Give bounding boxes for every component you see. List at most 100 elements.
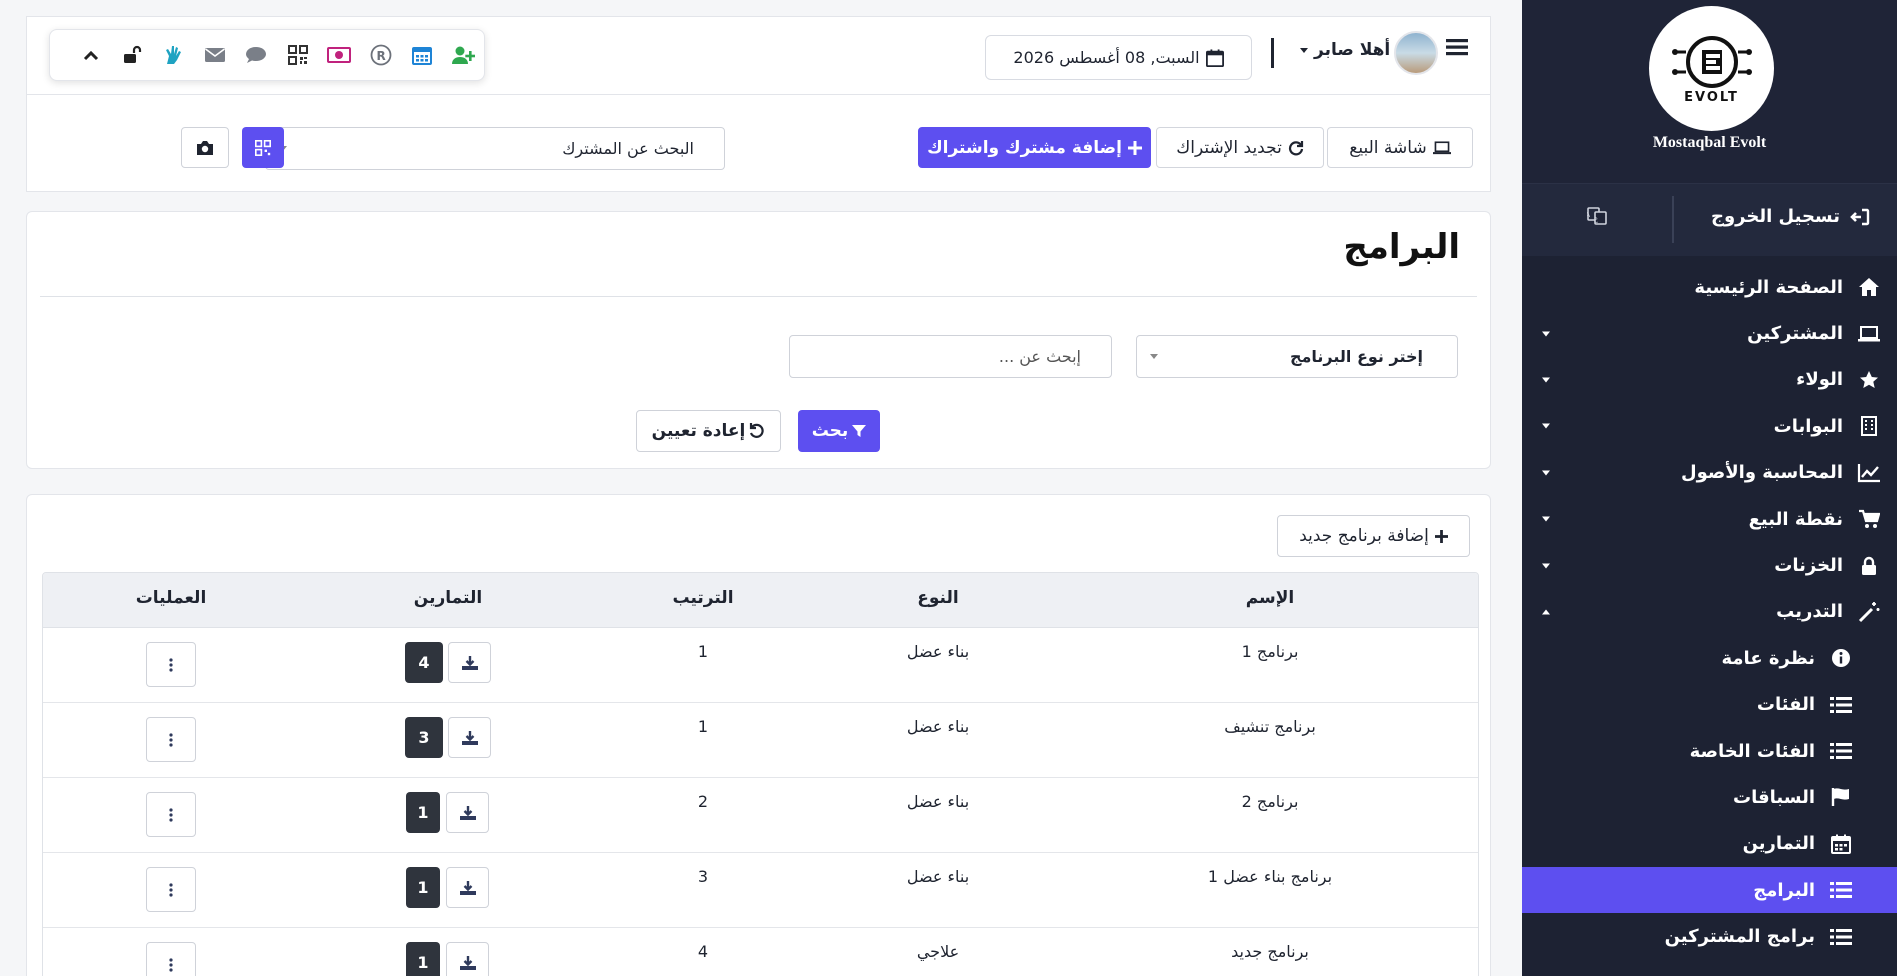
- registered-icon[interactable]: R: [360, 40, 401, 70]
- envelope-icon[interactable]: [194, 40, 235, 70]
- list-icon: [1825, 696, 1857, 714]
- exercise-count-badge[interactable]: 3: [405, 717, 443, 758]
- program-type-select[interactable]: إختر نوع البرنامج: [1136, 335, 1458, 378]
- chevron-down-icon: [1542, 563, 1550, 569]
- add-member-button[interactable]: إضافة مشترك واشتراك: [918, 127, 1151, 168]
- cell-type: بناء عضل: [906, 867, 970, 886]
- building-icon: [1853, 416, 1885, 437]
- qrcode-icon[interactable]: [277, 40, 318, 70]
- add-user-icon[interactable]: [443, 40, 484, 70]
- sidebar-item-exercises[interactable]: التمارين: [1522, 821, 1897, 867]
- sidebar-item-label: الفئات: [1756, 694, 1815, 716]
- sidebar-item-label: نظرة عامة: [1721, 647, 1816, 669]
- search-input[interactable]: [789, 335, 1112, 378]
- download-button[interactable]: [446, 792, 489, 833]
- calendar-icon: [1205, 48, 1224, 67]
- sidebar-item-member-programs[interactable]: برامج المشتركين: [1522, 913, 1897, 959]
- hands-icon[interactable]: [153, 40, 194, 70]
- row-actions-button[interactable]: [146, 717, 196, 762]
- row-actions-button[interactable]: [146, 867, 196, 912]
- cart-icon: [1853, 509, 1885, 529]
- brand-logo[interactable]: EVOLT: [1649, 6, 1774, 131]
- sidebar-item-private-categories[interactable]: الفئات الخاصة: [1522, 728, 1897, 774]
- cell-name: برنامج بناء عضل 1: [1207, 867, 1333, 886]
- sidebar-item-label: التدريب: [1776, 601, 1843, 623]
- exercise-count-badge[interactable]: 1: [406, 942, 440, 976]
- chevron-down-icon: [1542, 423, 1550, 429]
- sidebar-item-home[interactable]: الصفحة الرئيسية: [1522, 264, 1897, 310]
- download-button[interactable]: [446, 942, 489, 976]
- divider: [1271, 38, 1274, 68]
- column-header-type[interactable]: النوع: [917, 588, 958, 608]
- cell-name: برنامج 2: [1241, 792, 1299, 811]
- sidebar-item-pos[interactable]: نقطة البيع: [1522, 496, 1897, 542]
- language-icon[interactable]: Aع: [1587, 206, 1607, 226]
- exercise-count-badge[interactable]: 1: [406, 792, 440, 833]
- chevron-down-icon: [1542, 516, 1550, 522]
- sidebar: EVOLT Mostaqbal Evolt تسجيل الخروج Aع ال…: [1522, 0, 1897, 976]
- search-button[interactable]: بحث: [798, 410, 880, 452]
- plus-icon: [1127, 140, 1142, 155]
- comment-icon[interactable]: [236, 40, 277, 70]
- logout-button[interactable]: تسجيل الخروج: [1711, 206, 1870, 227]
- ellipsis-vertical-icon: [169, 657, 173, 672]
- sidebar-item-categories[interactable]: الفئات: [1522, 682, 1897, 728]
- sidebar-item-safes[interactable]: الخزنات: [1522, 542, 1897, 588]
- cell-order: 2: [697, 792, 709, 811]
- download-icon: [459, 955, 476, 970]
- sidebar-item-label: التمارين: [1742, 833, 1815, 855]
- member-search-label: البحث عن المشترك: [562, 139, 694, 158]
- sidebar-menu: الصفحة الرئيسية المشتركين الولاء البوابا…: [1522, 256, 1897, 960]
- date-text: السبت, 08 أغسطس 2026: [1013, 48, 1200, 67]
- sidebar-item-label: نقطة البيع: [1748, 508, 1843, 530]
- download-icon: [461, 730, 478, 745]
- programs-table-card: إضافة برنامج جديد الإسم النوع الترتيب ال…: [26, 494, 1491, 976]
- exercise-count-badge[interactable]: 4: [405, 642, 443, 683]
- sidebar-item-races[interactable]: السباقات: [1522, 774, 1897, 820]
- cell-type: بناء عضل: [906, 717, 970, 736]
- lock-icon: [1853, 556, 1885, 576]
- download-button[interactable]: [446, 867, 489, 908]
- sidebar-item-programs[interactable]: البرامج: [1522, 867, 1897, 914]
- exercise-count-badge[interactable]: 1: [406, 867, 440, 908]
- row-actions-button[interactable]: [146, 942, 196, 976]
- camera-icon: [196, 140, 214, 156]
- cell-type: علاجي: [916, 942, 960, 961]
- sidebar-item-members[interactable]: المشتركين: [1522, 310, 1897, 356]
- column-header-order[interactable]: الترتيب: [672, 588, 733, 608]
- chevron-down-icon: [1542, 331, 1550, 337]
- money-icon[interactable]: [318, 40, 359, 70]
- download-icon: [459, 805, 476, 820]
- renew-subscription-button[interactable]: تجديد الإشتراك: [1156, 127, 1324, 168]
- sidebar-item-label: المحاسبة والأصول: [1680, 462, 1843, 484]
- camera-button[interactable]: [181, 127, 229, 168]
- sidebar-item-accounting[interactable]: المحاسبة والأصول: [1522, 450, 1897, 496]
- cell-order: 1: [697, 642, 709, 661]
- user-menu[interactable]: أهلا صابر: [1300, 40, 1390, 60]
- menu-toggle-icon[interactable]: [1446, 38, 1468, 56]
- row-actions-button[interactable]: [146, 792, 196, 837]
- unlock-icon[interactable]: [111, 40, 152, 70]
- column-header-name[interactable]: الإسم: [1246, 588, 1295, 608]
- chevron-down-icon: [1150, 354, 1158, 359]
- sidebar-item-label: الفئات الخاصة: [1689, 740, 1815, 762]
- sell-screen-button[interactable]: شاشة البيع: [1327, 127, 1473, 168]
- download-button[interactable]: [448, 717, 491, 758]
- filter-icon: [852, 424, 867, 438]
- qr-scan-button[interactable]: [242, 127, 284, 168]
- member-search-select[interactable]: البحث عن المشترك: [265, 127, 725, 170]
- sidebar-item-gates[interactable]: البوابات: [1522, 403, 1897, 449]
- calendar-icon[interactable]: [401, 40, 442, 70]
- add-program-button[interactable]: إضافة برنامج جديد: [1277, 515, 1470, 557]
- sidebar-item-loyalty[interactable]: الولاء: [1522, 357, 1897, 403]
- download-button[interactable]: [448, 642, 491, 683]
- reset-button[interactable]: إعادة تعيين: [636, 410, 781, 452]
- calendar-icon: [1825, 834, 1857, 854]
- cell-order: 4: [697, 942, 709, 961]
- sidebar-item-overview[interactable]: نظرة عامة: [1522, 635, 1897, 681]
- sidebar-item-training[interactable]: التدريب: [1522, 589, 1897, 635]
- avatar[interactable]: [1394, 31, 1438, 75]
- ellipsis-vertical-icon: [169, 882, 173, 897]
- row-actions-button[interactable]: [146, 642, 196, 687]
- chevron-up-icon[interactable]: [70, 40, 111, 70]
